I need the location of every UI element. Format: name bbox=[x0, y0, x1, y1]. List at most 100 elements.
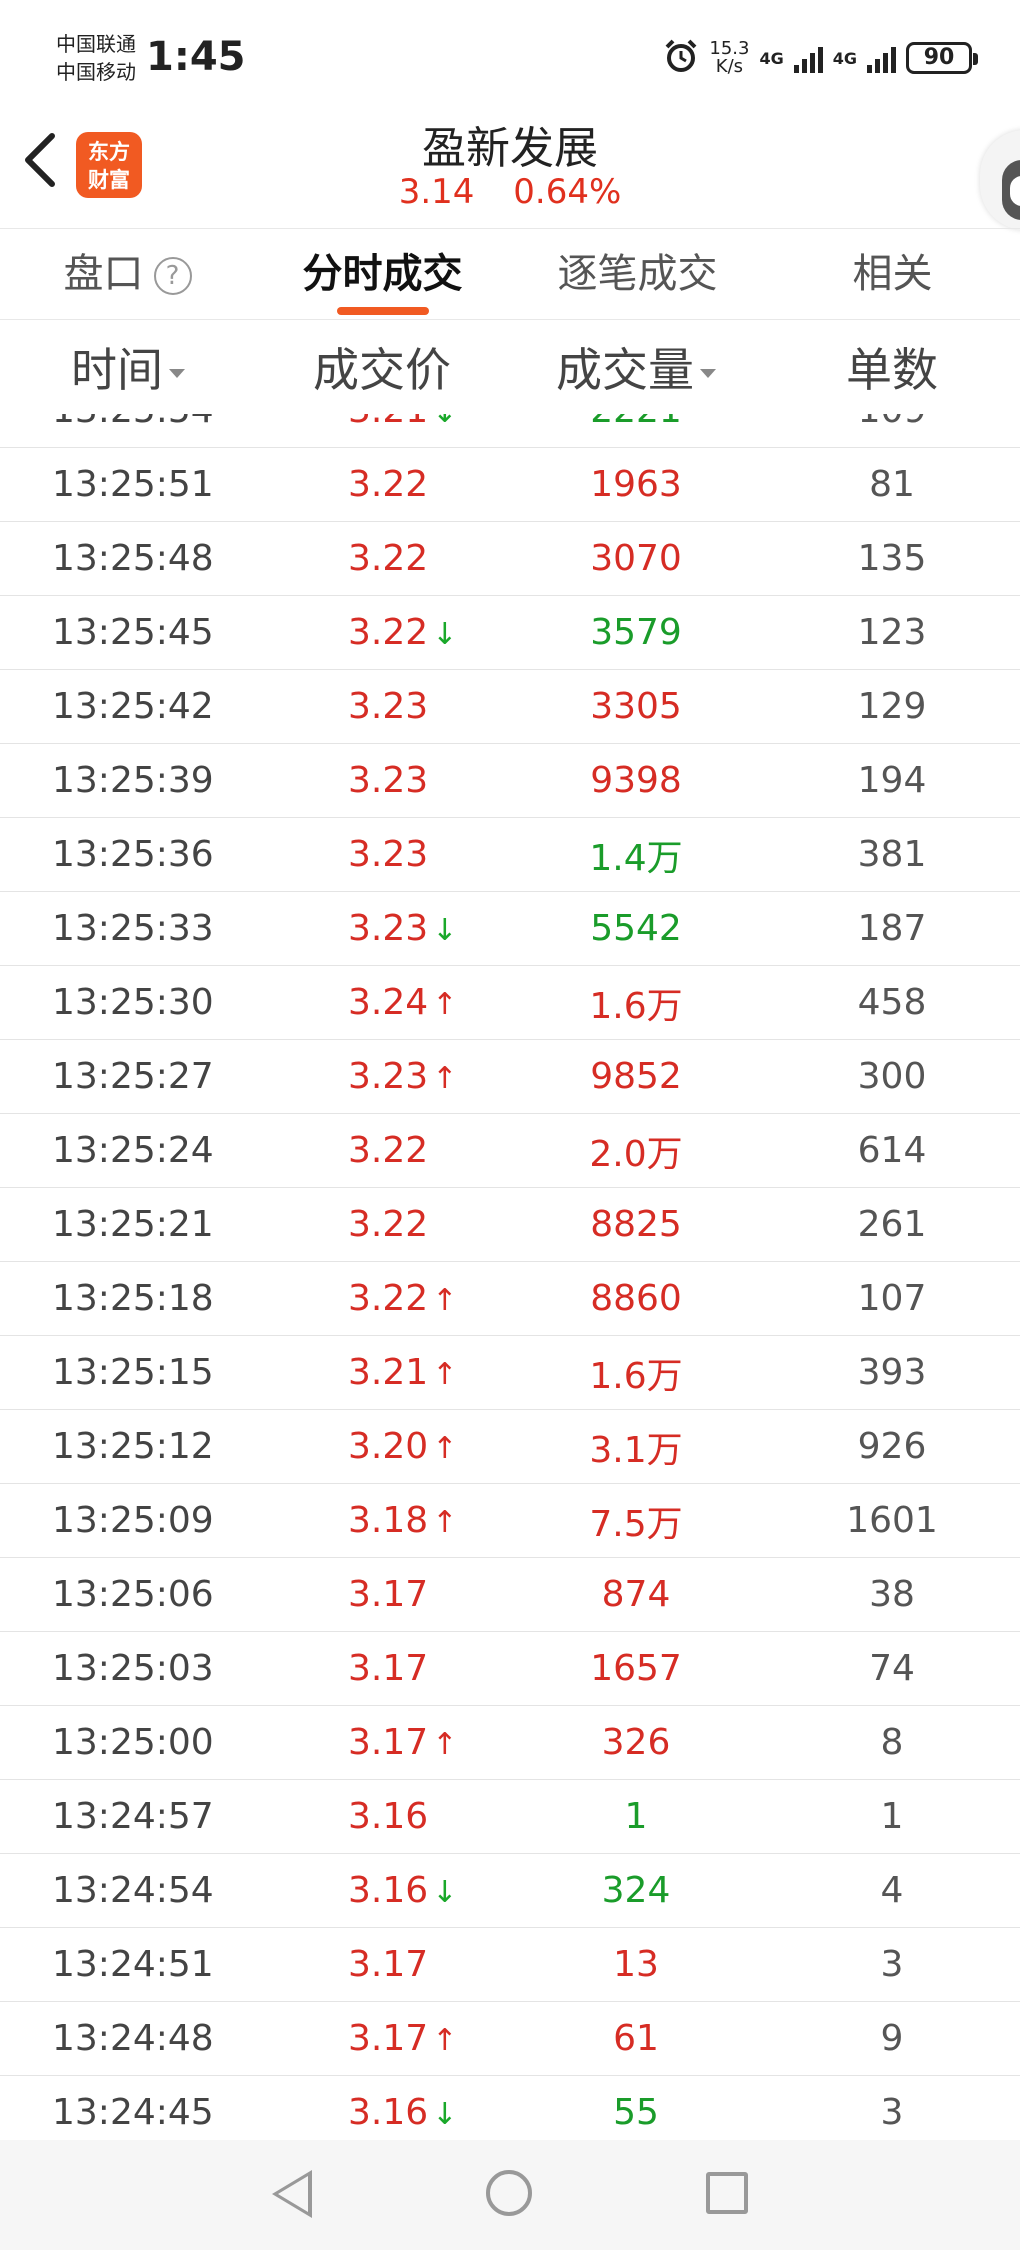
arrow-up-icon: ↑ bbox=[432, 1357, 458, 1392]
trade-row: 13:25:03 3.17 1657 74 bbox=[0, 1632, 1020, 1706]
trade-volume: 8860 bbox=[590, 1278, 682, 1319]
trade-count: 261 bbox=[857, 1204, 927, 1245]
trade-count: 3 bbox=[880, 1944, 904, 1985]
trade-count: 381 bbox=[857, 834, 927, 875]
trade-count: 300 bbox=[857, 1056, 927, 1097]
trade-time: 13:25:51 bbox=[52, 464, 214, 505]
trade-time: 13:25:30 bbox=[52, 982, 214, 1023]
tab-related[interactable]: 相关 bbox=[765, 229, 1020, 319]
trade-price: 3.18 bbox=[348, 1500, 429, 1541]
trade-time: 13:24:51 bbox=[52, 1944, 214, 1985]
trade-price: 3.16 bbox=[348, 1796, 429, 1837]
network-type-2: 4G bbox=[832, 48, 857, 68]
nav-home-icon[interactable] bbox=[486, 2170, 532, 2216]
trade-count: 107 bbox=[857, 1278, 927, 1319]
trade-price-cell: 3.16 ↓ bbox=[256, 1870, 508, 1911]
trade-time: 13:25:00 bbox=[52, 1722, 214, 1763]
arrow-up-icon: ↑ bbox=[432, 1505, 458, 1540]
trade-list[interactable]: 13:25:543.21↓222110913:25:513.2219638113… bbox=[0, 414, 1020, 2140]
trade-price: 3.22 bbox=[348, 1130, 429, 1171]
signal-bars-1-icon bbox=[793, 43, 823, 73]
trade-volume: 1963 bbox=[590, 464, 682, 505]
trade-price-cell: 3.16 bbox=[256, 1796, 508, 1837]
column-time-header[interactable]: 时间 bbox=[0, 334, 256, 400]
trade-row: 13:25:09 3.18 ↑ 7.5万 1601 bbox=[0, 1484, 1020, 1558]
trade-price-cell: 3.24 ↑ bbox=[256, 982, 508, 1023]
tab-pankou[interactable]: 盘口? bbox=[0, 229, 255, 319]
trade-price: 3.17 bbox=[348, 1944, 429, 1985]
trade-count: 393 bbox=[857, 1352, 927, 1393]
trade-count: 194 bbox=[857, 760, 927, 801]
sort-caret-icon bbox=[169, 369, 185, 378]
trade-time: 13:25:39 bbox=[52, 760, 214, 801]
arrow-down-icon: ↓ bbox=[432, 617, 458, 652]
trade-price-cell: 3.17 ↑ bbox=[256, 1722, 508, 1763]
alarm-icon bbox=[663, 38, 699, 78]
trade-price-cell: 3.17 ↑ bbox=[256, 2018, 508, 2059]
trade-row: 13:25:42 3.23 3305 129 bbox=[0, 670, 1020, 744]
trade-price: 3.22 bbox=[348, 464, 429, 505]
tab-time-share-trades-label: 分时成交 bbox=[302, 251, 463, 297]
trade-row: 13:25:543.21↓2221109 bbox=[0, 414, 1020, 448]
trade-volume: 1.6万 bbox=[589, 985, 683, 1027]
trade-row: 13:25:39 3.23 9398 194 bbox=[0, 744, 1020, 818]
trade-price: 3.20 bbox=[348, 1426, 429, 1467]
trade-price-cell: 3.23 bbox=[256, 834, 508, 875]
trade-price: 3.23 bbox=[348, 686, 429, 727]
trade-count: 187 bbox=[857, 908, 927, 949]
trade-time: 13:25:33 bbox=[52, 908, 214, 949]
column-price-header: 成交价 bbox=[256, 334, 508, 400]
trade-volume: 2221 bbox=[508, 414, 764, 431]
trade-volume: 61 bbox=[613, 2018, 659, 2059]
tab-tick-trades-label: 逐笔成交 bbox=[557, 251, 718, 297]
trade-price-cell: 3.23 bbox=[256, 760, 508, 801]
trade-price: 3.17 bbox=[348, 1574, 429, 1615]
tab-time-share-trades[interactable]: 分时成交 bbox=[255, 229, 510, 319]
trade-row: 13:25:51 3.22 1963 81 bbox=[0, 448, 1020, 522]
trade-row: 13:25:33 3.23 ↓ 5542 187 bbox=[0, 892, 1020, 966]
arrow-down-icon: ↓ bbox=[432, 913, 458, 948]
column-count-label: 单数 bbox=[846, 343, 938, 397]
trade-price: 3.24 bbox=[348, 982, 429, 1023]
stock-change-pct: 0.64% bbox=[513, 172, 622, 212]
screen: 中国联通 中国移动 1:45 15.3 K/s 4G 4G 90 东方 财富 盈… bbox=[0, 0, 1020, 2250]
trade-count: 458 bbox=[857, 982, 927, 1023]
trade-volume: 9852 bbox=[590, 1056, 682, 1097]
trade-row: 13:24:54 3.16 ↓ 324 4 bbox=[0, 1854, 1020, 1928]
status-icons: 15.3 K/s 4G 4G 90 bbox=[663, 34, 978, 82]
system-nav-bar bbox=[0, 2140, 1020, 2250]
trade-row: 13:25:18 3.22 ↑ 8860 107 bbox=[0, 1262, 1020, 1336]
trade-count: 109 bbox=[764, 414, 1020, 431]
trade-row: 13:25:24 3.22 2.0万 614 bbox=[0, 1114, 1020, 1188]
battery-icon: 90 bbox=[906, 42, 978, 74]
stock-header: 东方 财富 盈新发展 3.14 0.64% bbox=[0, 100, 1020, 230]
tab-tick-trades[interactable]: 逐笔成交 bbox=[510, 229, 765, 319]
trade-volume: 3.1万 bbox=[589, 1429, 683, 1471]
column-volume-header[interactable]: 成交量 bbox=[508, 334, 764, 400]
trade-count: 1601 bbox=[846, 1500, 938, 1541]
trade-price-cell: 3.17 bbox=[256, 1944, 508, 1985]
trade-count: 135 bbox=[857, 538, 927, 579]
trade-price-cell: 3.17 bbox=[256, 1648, 508, 1689]
trade-count: 926 bbox=[857, 1426, 927, 1467]
arrow-up-icon: ↑ bbox=[432, 1727, 458, 1762]
arrow-up-icon: ↑ bbox=[432, 1283, 458, 1318]
carrier-labels: 中国联通 中国移动 bbox=[56, 30, 136, 86]
help-icon[interactable]: ? bbox=[153, 257, 192, 295]
trade-count: 38 bbox=[869, 1574, 915, 1615]
tab-pankou-label: 盘口 bbox=[63, 251, 144, 297]
trade-volume: 3070 bbox=[590, 538, 682, 579]
arrow-up-icon: ↑ bbox=[432, 1061, 458, 1096]
trade-price: 3.23 bbox=[348, 760, 429, 801]
trade-count: 123 bbox=[857, 612, 927, 653]
trade-price: 3.16 bbox=[348, 2092, 429, 2133]
trade-volume: 1.4万 bbox=[589, 837, 683, 879]
trade-volume: 1657 bbox=[590, 1648, 682, 1689]
nav-recents-icon[interactable] bbox=[706, 2172, 748, 2214]
arrow-up-icon: ↑ bbox=[432, 1431, 458, 1466]
nav-back-icon[interactable] bbox=[272, 2170, 312, 2218]
stock-price: 3.14 bbox=[398, 172, 475, 212]
trade-time: 13:24:57 bbox=[52, 1796, 214, 1837]
trade-time: 13:25:06 bbox=[52, 1574, 214, 1615]
tab-related-label: 相关 bbox=[852, 251, 933, 297]
